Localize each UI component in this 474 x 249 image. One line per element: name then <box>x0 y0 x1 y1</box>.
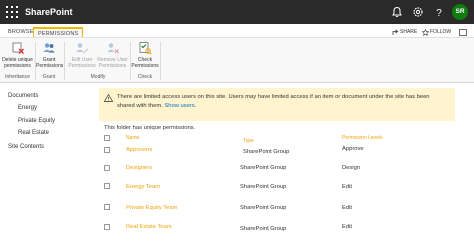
table-row[interactable]: Real Estate Team SharePoint Group Edit <box>0 222 474 236</box>
delete-permissions-icon <box>12 42 24 54</box>
group-label-check: Check <box>137 74 153 80</box>
row-checkbox[interactable] <box>104 147 110 153</box>
table-row[interactable]: Approvers SharePoint Group Approve <box>0 145 474 159</box>
row-checkbox[interactable] <box>104 165 110 171</box>
bell-icon[interactable] <box>390 5 404 19</box>
help-icon[interactable]: ? <box>432 5 446 19</box>
focus-mode-icon[interactable] <box>459 29 467 36</box>
group-type: SharePoint Group <box>240 226 287 232</box>
group-type: SharePoint Group <box>240 184 287 190</box>
group-type: SharePoint Group <box>240 205 287 211</box>
share-link[interactable]: SHARE <box>400 27 417 37</box>
warning-text: There are limited access users on this s… <box>117 93 449 111</box>
permission-level: Edit <box>342 205 352 211</box>
permission-level: Edit <box>342 224 352 230</box>
remove-user-label-2: Permissions <box>98 63 127 69</box>
group-name-link[interactable]: Private Equity Team <box>126 204 177 212</box>
permission-level: Approve <box>342 146 364 152</box>
row-checkbox[interactable] <box>104 183 110 189</box>
group-name-link[interactable]: Designers <box>126 164 152 172</box>
group-name-link[interactable]: Real Estate Team <box>126 223 172 231</box>
group-label-inheritance: Inheritance <box>5 74 30 80</box>
grant-permissions-icon <box>43 43 55 53</box>
grant-permissions-button[interactable]: Grant Permissions <box>36 41 64 69</box>
group-name-link[interactable]: Approvers <box>126 146 152 154</box>
column-header-name[interactable]: Name <box>126 134 139 142</box>
show-users-link[interactable]: Show users <box>164 103 194 109</box>
table-row[interactable]: Energy Team SharePoint Group Edit <box>0 183 474 197</box>
nav-item-energy[interactable]: Energy <box>18 104 37 112</box>
permission-level: Design <box>342 165 361 171</box>
app-title[interactable]: SharePoint <box>25 5 73 19</box>
column-header-permission-levels[interactable]: Permission Levels <box>342 134 383 142</box>
remove-user-permissions-icon <box>107 43 119 54</box>
delete-unique-label-2: permissions <box>4 63 31 69</box>
group-label-grant: Grant <box>42 74 56 80</box>
tab-permissions[interactable]: PERMISSIONS <box>33 27 84 37</box>
group-separator <box>160 42 161 80</box>
limited-access-warning: There are limited access users on this s… <box>99 88 455 121</box>
check-permissions-icon <box>139 42 152 55</box>
edit-user-label-2: Permissions <box>68 63 96 69</box>
nav-item-private-equity[interactable]: Private Equity <box>18 117 55 125</box>
group-separator <box>64 42 65 80</box>
warning-period: . <box>194 103 197 109</box>
group-name-link[interactable]: Energy Team <box>126 183 160 191</box>
warning-line-2: shared with them. <box>117 103 163 109</box>
suite-bar: SharePoint ? SR <box>0 0 474 24</box>
select-all-checkbox[interactable] <box>104 135 110 141</box>
check-label-2: Permissions <box>131 63 159 69</box>
group-label-modify: Modify <box>90 74 106 80</box>
follow-link[interactable]: FOLLOW <box>430 27 451 37</box>
nav-item-documents[interactable]: Documents <box>8 92 38 100</box>
waffle-icon[interactable] <box>6 6 18 18</box>
table-row[interactable]: Designers SharePoint Group Design <box>0 164 474 178</box>
gear-icon[interactable] <box>411 5 425 19</box>
row-checkbox[interactable] <box>104 204 110 210</box>
permission-level: Edit <box>342 184 352 190</box>
warning-icon <box>104 94 113 102</box>
remove-user-permissions-button[interactable]: Remove User Permissions <box>96 41 129 69</box>
group-type: SharePoint Group <box>240 165 287 171</box>
column-header-type[interactable]: Type <box>243 137 254 145</box>
svg-text:?: ? <box>436 8 442 19</box>
permissions-table-header: Name Type Permission Levels <box>0 134 474 144</box>
row-checkbox[interactable] <box>104 224 110 230</box>
check-permissions-button[interactable]: Check Permissions <box>131 41 159 69</box>
group-type: SharePoint Group <box>243 149 290 155</box>
share-icon[interactable] <box>392 29 399 36</box>
star-icon[interactable] <box>422 29 429 36</box>
avatar[interactable]: SR <box>452 4 468 20</box>
edit-user-permissions-button[interactable]: Edit User Permissions <box>67 41 97 69</box>
delete-unique-permissions-button[interactable]: Delete unique permissions <box>1 41 34 69</box>
unique-permissions-notice: This folder has unique permissions. <box>104 125 196 131</box>
grant-label-2: Permissions <box>36 63 64 69</box>
table-row[interactable]: Private Equity Team SharePoint Group Edi… <box>0 204 474 218</box>
ribbon: Delete unique permissions Inheritance Gr… <box>0 37 474 83</box>
ribbon-tab-bar: BROWSE PERMISSIONS SHARE FOLLOW <box>0 24 474 37</box>
edit-user-permissions-icon <box>76 43 89 54</box>
warning-line-1: There are limited access users on this s… <box>117 94 430 100</box>
